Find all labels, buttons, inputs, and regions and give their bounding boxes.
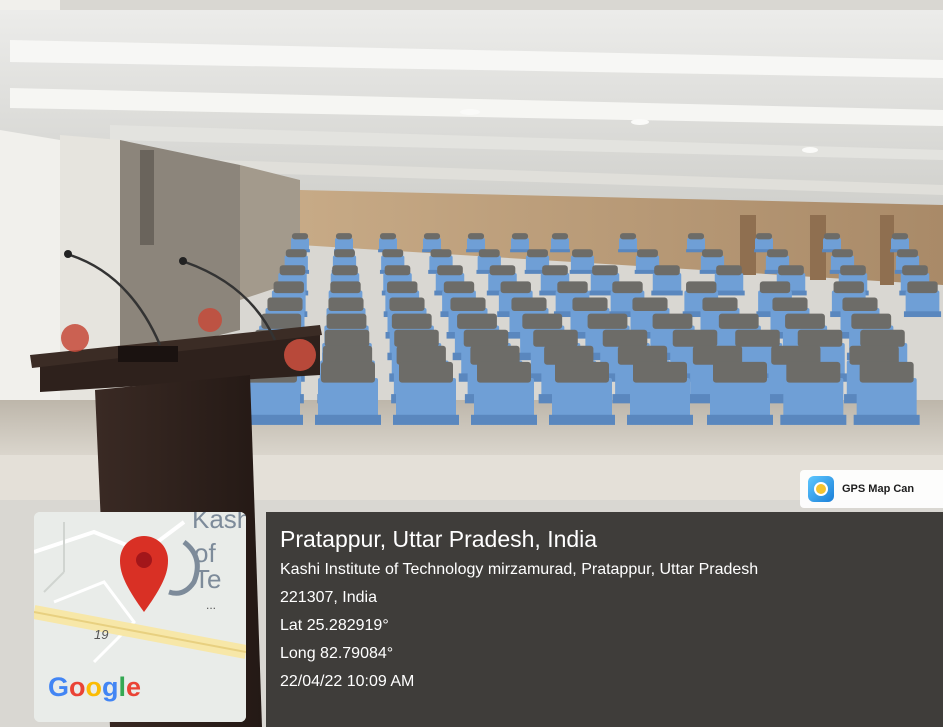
map-place-label: of Te <box>194 538 222 594</box>
map-road-number: 19 <box>94 627 109 642</box>
microphone-head <box>179 257 187 265</box>
address-line-2: 221307, India <box>280 589 377 606</box>
wall-column <box>740 215 756 275</box>
timestamp: 22/04/22 10:09 AM <box>280 673 415 690</box>
map-ellipsis: ... <box>206 598 217 612</box>
latitude: Lat 25.282919° <box>280 617 389 634</box>
ceiling-light <box>802 147 818 153</box>
wall-speaker <box>140 150 154 245</box>
auditorium-seat <box>471 361 537 425</box>
podium-control-panel <box>118 346 178 362</box>
auditorium-seat <box>569 249 596 274</box>
address-line-1: Kashi Institute of Technology mirzamurad… <box>280 561 759 578</box>
flower-decoration <box>61 324 89 352</box>
auditorium-seat <box>780 361 847 425</box>
auditorium-seat <box>651 265 683 296</box>
ceiling-light <box>631 119 649 125</box>
auditorium-seat <box>627 361 693 425</box>
auditorium-seat <box>707 361 773 425</box>
map-thumbnail: Kash of Te 19 ... Google <box>34 512 246 722</box>
location-info-panel: Pratappur, Uttar Pradesh, India Kashi In… <box>266 512 943 727</box>
gps-map-camera-icon <box>808 476 834 502</box>
auditorium-seat <box>510 233 530 253</box>
gps-map-camera-badge: GPS Map Can <box>800 470 943 508</box>
place-title: Pratappur, Uttar Pradesh, India <box>280 526 598 552</box>
ceiling-light <box>460 109 480 115</box>
left-wall-panel <box>120 140 240 360</box>
auditorium-seat <box>315 361 381 425</box>
auditorium-seat <box>550 233 570 253</box>
flower-decoration <box>284 339 316 371</box>
auditorium-seat <box>713 265 745 296</box>
auditorium-seat <box>393 361 459 425</box>
auditorium-seat <box>686 233 706 253</box>
auditorium-seat <box>549 361 615 425</box>
gps-app-name: GPS Map Can <box>842 483 915 495</box>
longitude: Long 82.79084° <box>280 645 394 662</box>
flower-decoration <box>198 308 222 332</box>
auditorium-seat <box>903 281 942 318</box>
google-logo: Google <box>48 672 142 702</box>
auditorium-seat <box>853 361 920 425</box>
map-place-label: Kash <box>192 512 246 534</box>
microphone-head <box>64 250 72 258</box>
auditorium-seat <box>618 233 638 253</box>
